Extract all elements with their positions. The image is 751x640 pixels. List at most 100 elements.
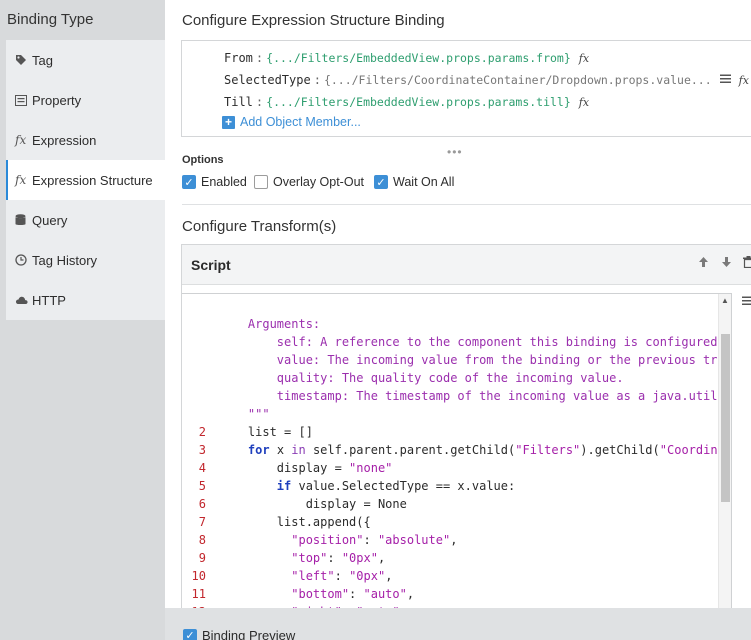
arrow-down-icon[interactable]	[721, 256, 732, 271]
code-text: list.append({	[219, 513, 371, 531]
sidebar-item-property[interactable]: Property	[6, 80, 165, 120]
member-colon: :	[255, 51, 264, 65]
binding-preview-bar: ✓ Binding Preview	[165, 608, 751, 640]
code-line: quality: The quality code of the incomin…	[182, 369, 731, 387]
member-value[interactable]: {.../Filters/EmbeddedView.props.params.t…	[266, 95, 571, 109]
code-text: if value.SelectedType == x.value:	[219, 477, 515, 495]
fx-icon[interactable]: fx	[739, 74, 749, 87]
binding-preview-toggle[interactable]: ✓ Binding Preview	[183, 628, 295, 640]
sidebar-item-expression-structure[interactable]: fx Expression Structure	[6, 160, 165, 200]
sidebar-item-tag-history[interactable]: Tag History	[6, 240, 165, 280]
code-line: Arguments:	[182, 315, 731, 333]
scrollbar-thumb[interactable]	[721, 334, 730, 502]
tag-icon	[15, 54, 32, 66]
sidebar-item-expression[interactable]: fx Expression	[6, 120, 165, 160]
member-value[interactable]: {.../Filters/CoordinateContainer/Dropdow…	[324, 73, 712, 87]
transforms-title: Configure Transform(s)	[182, 218, 337, 235]
sidebar-item-label: Query	[32, 212, 68, 228]
code-text: display = None	[219, 495, 407, 513]
code-token: :	[334, 569, 350, 583]
code-line: 11 "bottom": "auto",	[182, 585, 731, 603]
enabled-checkbox[interactable]: ✓ Enabled	[182, 175, 247, 189]
code-text: "bottom": "auto",	[219, 585, 414, 603]
code-token: :	[327, 551, 342, 565]
binding-type-nav: Tag Property fx Expression fx Expression…	[6, 40, 165, 320]
code-token: self.parent.parent.getChild(	[305, 443, 516, 457]
editor-vertical-scrollbar[interactable]: ▲	[718, 294, 731, 612]
binding-preview-label: Binding Preview	[202, 628, 296, 640]
member-row-selectedtype[interactable]: SelectedType : {.../Filters/CoordinateCo…	[224, 71, 749, 89]
code-line: 9 "top": "0px",	[182, 549, 731, 567]
code-line: 4 display = "none"	[182, 459, 731, 477]
code-line: 3 for x in self.parent.parent.getChild("…	[182, 441, 731, 459]
structure-title: Configure Expression Structure Binding	[182, 12, 445, 29]
line-number: 4	[198, 461, 206, 475]
code-token: display = None	[219, 497, 407, 511]
fx-icon[interactable]: fx	[579, 96, 589, 109]
script-header: Script	[182, 245, 751, 285]
code-text: "position": "absolute",	[219, 531, 457, 549]
arrow-up-icon[interactable]	[698, 256, 709, 271]
code-token: "top"	[291, 551, 328, 565]
code-token: list.append({	[219, 515, 371, 529]
member-value[interactable]: {.../Filters/EmbeddedView.props.params.f…	[266, 51, 571, 65]
code-text: value: The incoming value from the bindi…	[219, 351, 731, 369]
code-token: ,	[385, 569, 393, 583]
code-token: list = []	[219, 425, 313, 439]
resize-handle[interactable]: •••	[447, 145, 463, 159]
code-line: 8 "position": "absolute",	[182, 531, 731, 549]
code-token: "auto"	[363, 587, 407, 601]
list-icon[interactable]	[742, 295, 751, 309]
code-token: value.SelectedType == x.value:	[291, 479, 516, 493]
code-text: """	[219, 405, 270, 423]
code-text: "left": "0px",	[219, 567, 392, 585]
sidebar-item-http[interactable]: HTTP	[6, 280, 165, 320]
code-token: "0px"	[349, 569, 386, 583]
wait-on-all-checkbox[interactable]: ✓ Wait On All	[374, 175, 454, 189]
scroll-up-arrow-icon[interactable]: ▲	[719, 296, 731, 305]
section-divider	[182, 204, 751, 205]
code-token: "0px"	[341, 551, 378, 565]
fx-icon: fx	[15, 133, 27, 147]
database-icon	[15, 214, 32, 226]
checkbox-unchecked-icon	[254, 175, 268, 189]
code-token: in	[291, 443, 306, 457]
sidebar-item-query[interactable]: Query	[6, 200, 165, 240]
trash-icon[interactable]	[743, 256, 751, 271]
binding-type-sidebar: Binding Type Tag Property fx Expression …	[0, 0, 165, 640]
code-token: ).getChild(	[580, 443, 660, 457]
line-number: 3	[198, 443, 206, 457]
code-line: 10 "left": "0px",	[182, 567, 731, 585]
sidebar-item-tag[interactable]: Tag	[6, 40, 165, 80]
code-token: self: A reference to the component this …	[219, 335, 732, 349]
line-number: 11	[191, 587, 206, 601]
sidebar-item-label: HTTP	[32, 292, 66, 308]
fx-icon[interactable]: fx	[579, 52, 589, 65]
script-title: Script	[191, 257, 231, 273]
overlay-opt-out-checkbox[interactable]: Overlay Opt-Out	[254, 175, 364, 189]
code-line: value: The incoming value from the bindi…	[182, 351, 731, 369]
code-text: list = []	[219, 423, 313, 441]
script-code-editor[interactable]: Arguments: self: A reference to the comp…	[182, 293, 732, 613]
code-text: self: A reference to the component this …	[219, 333, 732, 351]
line-number: 10	[191, 569, 206, 583]
line-number: 6	[198, 497, 206, 511]
code-token: "left"	[291, 569, 335, 583]
list-icon[interactable]	[719, 73, 731, 87]
line-number: 7	[198, 515, 206, 529]
code-token: display =	[219, 461, 350, 475]
member-row-from[interactable]: From : {.../Filters/EmbeddedView.props.p…	[224, 49, 589, 67]
property-icon	[15, 94, 32, 106]
add-object-member-button[interactable]: + Add Object Member...	[222, 115, 361, 129]
code-token: for	[247, 443, 270, 457]
checkbox-checked-icon: ✓	[183, 628, 197, 640]
member-row-till[interactable]: Till : {.../Filters/EmbeddedView.props.p…	[224, 93, 589, 111]
code-text: Arguments:	[219, 315, 320, 333]
sidebar-item-label: Tag	[32, 52, 53, 68]
code-token: x	[269, 443, 292, 457]
